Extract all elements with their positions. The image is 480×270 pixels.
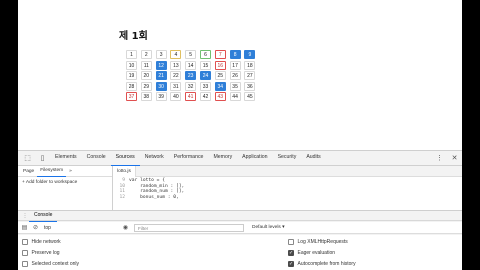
option-eager-evaluation[interactable]: ✓ Eager evaluation [288, 248, 335, 258]
number-cell[interactable]: 33 [199, 81, 211, 91]
page-title: 제 1회 [119, 31, 148, 42]
number-cell[interactable]: 42 [199, 92, 211, 101]
line-number: 12 [119, 194, 125, 200]
number-cell[interactable]: 15 [199, 60, 211, 70]
tab-console-drawer[interactable]: Console [29, 210, 58, 222]
number-cell[interactable]: 7 [214, 50, 226, 59]
number-cell[interactable]: 14 [185, 60, 197, 70]
drawer-menu-icon[interactable]: ⋮ [21, 213, 29, 219]
checkbox-checked[interactable]: ✓ [288, 261, 294, 267]
number-cell[interactable]: 19 [126, 71, 137, 80]
tab-memory[interactable]: Memory [208, 150, 237, 166]
number-cell[interactable]: 13 [170, 60, 182, 70]
number-cell[interactable]: 16 [214, 60, 226, 70]
number-cell[interactable]: 44 [229, 92, 241, 101]
tab-performance[interactable]: Performance [169, 150, 209, 166]
file-tab-lotto[interactable]: lotto.js [113, 165, 136, 177]
tab-elements[interactable]: Elements [50, 150, 82, 166]
number-cell[interactable]: 6 [199, 50, 211, 59]
number-cell[interactable]: 37 [126, 92, 137, 101]
tab-console[interactable]: Console [82, 150, 111, 166]
close-icon[interactable]: ✕ [450, 154, 459, 163]
checkbox[interactable] [22, 239, 28, 245]
number-cell[interactable]: 1 [126, 50, 137, 59]
drawer-header: ⋮ Console [18, 210, 462, 222]
number-cell[interactable]: 17 [229, 60, 241, 70]
sidebar-toggle-icon[interactable]: ▤ [20, 224, 29, 231]
checkbox[interactable] [22, 261, 28, 267]
option-log-xhr[interactable]: Log XMLHttpRequests [288, 237, 348, 247]
console-settings: Hide network Preserve log Selected conte… [18, 235, 462, 270]
number-cell[interactable]: 39 [155, 92, 167, 101]
number-cell[interactable]: 3 [155, 50, 167, 59]
number-cell[interactable]: 29 [140, 81, 152, 91]
tab-application[interactable]: Application [237, 150, 272, 166]
option-hide-network[interactable]: Hide network [22, 237, 61, 247]
eye-icon[interactable]: ◉ [121, 224, 130, 231]
tab-network[interactable]: Network [140, 150, 169, 166]
levels-dropdown[interactable]: Default levels ▾ [252, 225, 285, 230]
cursor-icon[interactable]: ⬚ [23, 154, 32, 163]
devtools-tabbar: ⬚ ▯ Elements Console Sources Network Perform… [18, 151, 462, 166]
number-cell[interactable]: 26 [229, 71, 241, 80]
code-line: 12 bonus_num : 0, [115, 195, 462, 201]
web-page: 제 1회 1 2 3 4 5 6 7 8 9 10 11 12 13 14 15 16 17 18 19 20 21 22… [18, 0, 462, 150]
checkbox-checked[interactable]: ✓ [288, 250, 294, 256]
devtools-tabs: Elements Console Sources Network Performance… [50, 150, 326, 166]
device-icon[interactable]: ▯ [38, 154, 47, 163]
tab-filesystem[interactable]: Filesystem [37, 165, 67, 177]
checkbox[interactable] [22, 250, 28, 256]
number-cell[interactable]: 27 [244, 71, 256, 80]
number-cell[interactable]: 2 [140, 50, 152, 59]
letterbox-left [0, 0, 18, 270]
letterbox-right [462, 0, 480, 270]
number-cell[interactable]: 28 [126, 81, 137, 91]
number-cell-selected[interactable]: 12 [155, 60, 167, 70]
number-cell[interactable]: 36 [244, 81, 256, 91]
number-cell-selected[interactable]: 23 [185, 71, 197, 80]
more-tabs-icon[interactable]: » [66, 166, 75, 177]
number-cell[interactable]: 11 [140, 60, 152, 70]
number-cell[interactable]: 20 [140, 71, 152, 80]
number-cell[interactable]: 45 [244, 92, 256, 101]
number-cell[interactable]: 4 [170, 50, 182, 59]
number-cell[interactable]: 18 [244, 60, 256, 70]
number-cell[interactable]: 32 [185, 81, 197, 91]
number-cell[interactable]: 41 [185, 92, 197, 101]
option-preserve-log[interactable]: Preserve log [22, 248, 60, 258]
tab-security[interactable]: Security [273, 150, 302, 166]
number-cell[interactable]: 5 [185, 50, 197, 59]
clear-console-icon[interactable]: ⊘ [31, 224, 40, 231]
filter-input[interactable]: Filter [134, 223, 244, 232]
option-autocomplete-history[interactable]: ✓ Autocomplete from history [288, 259, 356, 269]
number-cell[interactable]: 38 [140, 92, 152, 101]
number-cell[interactable]: 43 [214, 92, 226, 101]
tab-audits[interactable]: Audits [301, 150, 325, 166]
number-cell-selected[interactable]: 24 [199, 71, 211, 80]
more-icon[interactable]: ⋮ [435, 154, 444, 163]
code-area[interactable]: 9 var lotto = {10 random_min : [], 11 rand… [113, 177, 462, 200]
code-text: bonus_num : 0, [129, 194, 179, 200]
number-cell-selected[interactable]: 21 [155, 71, 167, 80]
number-cell-selected[interactable]: 8 [229, 50, 241, 59]
tab-page[interactable]: Page [20, 166, 37, 177]
number-cell[interactable]: 35 [229, 81, 241, 91]
number-cell-selected[interactable]: 34 [214, 81, 226, 91]
option-selected-context[interactable]: Selected context only [22, 259, 79, 269]
screen: 제 1회 1 2 3 4 5 6 7 8 9 10 11 12 13 14 15 16 17 18 19 20 21 22… [0, 0, 480, 270]
number-cell[interactable]: 31 [170, 81, 182, 91]
context-selector[interactable]: top [44, 225, 119, 231]
tab-sources[interactable]: Sources [110, 150, 140, 166]
number-cell[interactable]: 22 [170, 71, 182, 80]
number-cell[interactable]: 25 [214, 71, 226, 80]
checkbox[interactable] [288, 239, 294, 245]
number-cell-selected[interactable]: 9 [244, 50, 256, 59]
number-cell[interactable]: 40 [170, 92, 182, 101]
number-cell-selected[interactable]: 30 [155, 81, 167, 91]
number-grid: 1 2 3 4 5 6 7 8 9 10 11 12 13 14 15 16 17 18 19 20 21 22 23 24 2… [126, 50, 256, 101]
number-cell[interactable]: 10 [126, 60, 137, 70]
console-toolbar: ▤ ⊘ top ◉ Filter Default levels ▾ [18, 222, 462, 234]
add-folder-button[interactable]: + Add folder to workspace [22, 180, 77, 185]
